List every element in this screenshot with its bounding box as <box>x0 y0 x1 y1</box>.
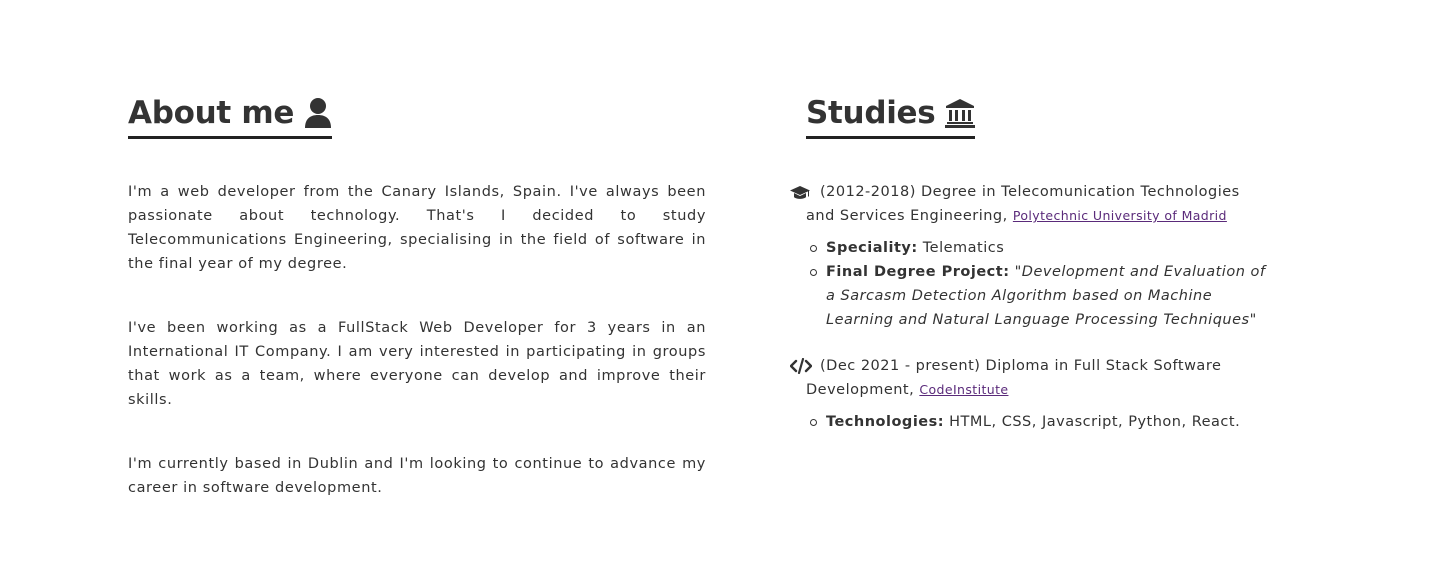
detail-label: Technologies: <box>826 414 945 430</box>
list-item: Final Degree Project: "Development and E… <box>810 260 1270 332</box>
study-head: (2012-2018) Degree in Telecomunication T… <box>790 180 1270 228</box>
user-icon <box>304 97 332 129</box>
study-item-diploma: (Dec 2021 - present) Diploma in Full Sta… <box>789 354 1270 434</box>
study-details: Speciality: Telematics Final Degree Proj… <box>790 236 1270 332</box>
studies-section: Studies (2012-2018) Degree in Telecomuni… <box>789 94 1290 430</box>
list-item: Speciality: Telematics <box>810 236 1270 260</box>
about-heading: About me <box>128 94 333 139</box>
graduation-cap-icon <box>790 184 810 208</box>
about-section: About me I'm a web developer from the Ca… <box>128 94 706 496</box>
code-icon <box>789 357 813 382</box>
detail-label: Final Degree Project: <box>826 264 1010 280</box>
list-item: Technologies: HTML, CSS, Javascript, Pyt… <box>810 410 1270 434</box>
detail-label: Speciality: <box>826 240 918 256</box>
study-item-degree: (2012-2018) Degree in Telecomunication T… <box>790 180 1270 332</box>
university-icon <box>945 98 976 128</box>
studies-title: Studies <box>806 95 936 131</box>
about-title: About me <box>128 95 295 131</box>
studies-heading: Studies <box>806 94 976 139</box>
study-head: (Dec 2021 - present) Diploma in Full Sta… <box>789 354 1270 402</box>
codeinstitute-link[interactable]: CodeInstitute <box>919 382 1008 397</box>
study-description: (Dec 2021 - present) Diploma in Full Sta… <box>806 358 1222 398</box>
about-paragraph-1: I'm a web developer from the Canary Isla… <box>128 184 706 272</box>
university-link[interactable]: Polytechnic University of Madrid <box>1013 208 1227 223</box>
about-paragraph-2: I've been working as a FullStack Web Dev… <box>128 320 706 408</box>
detail-value: Telematics <box>922 240 1005 256</box>
detail-value: HTML, CSS, Javascript, Python, React. <box>949 414 1241 430</box>
about-paragraph-3: I'm currently based in Dublin and I'm lo… <box>128 456 706 496</box>
study-details: Technologies: HTML, CSS, Javascript, Pyt… <box>790 410 1270 434</box>
